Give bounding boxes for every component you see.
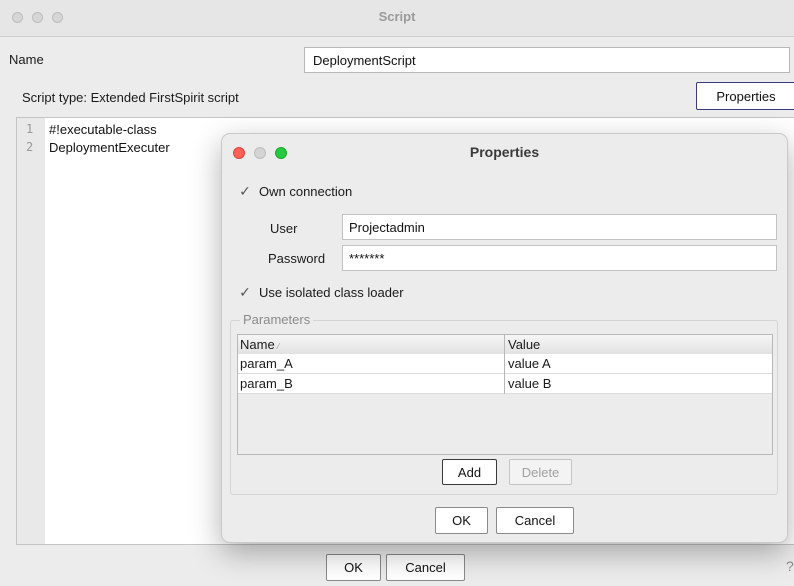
dialog-cancel-button[interactable]: Cancel [496,507,574,534]
check-icon: ✓ [239,182,251,199]
properties-dialog: Properties ✓ Own connection User Passwor… [221,133,788,543]
window-title: Script [378,9,416,24]
line-number-gutter [17,118,45,544]
table-row[interactable]: param_B value B [238,374,772,394]
add-button[interactable]: Add [442,459,497,485]
name-label: Name [9,52,44,67]
window-titlebar: Script [0,0,794,37]
sort-arrow-icon: ⁄ [277,342,280,351]
dialog-title: Properties [469,144,540,160]
parameters-group: Parameters Name ⁄ Value param_A value A p… [230,312,778,495]
param-name-cell: param_B [240,376,293,391]
own-connection-checkbox[interactable]: ✓ Own connection [237,183,352,199]
dialog-ok-button[interactable]: OK [435,507,488,534]
code-line[interactable]: #!executable-class [49,122,157,137]
table-header: Name ⁄ Value [238,335,772,355]
cancel-button[interactable]: Cancel [386,554,465,581]
param-name-cell: param_A [240,356,293,371]
delete-button[interactable]: Delete [509,459,572,485]
param-value-cell: value B [508,376,552,391]
parameters-table[interactable]: Name ⁄ Value param_A value A param_B valu… [237,334,773,455]
ok-button[interactable]: OK [326,554,381,581]
line-number: 1 [26,122,34,136]
check-icon: ✓ [239,283,251,300]
line-number: 2 [26,140,34,154]
script-type-label: Script type: Extended FirstSpirit script [22,90,239,105]
password-input[interactable] [342,245,777,271]
isolated-loader-checkbox[interactable]: ✓ Use isolated class loader [237,283,404,300]
user-input[interactable] [342,214,777,240]
isolated-loader-label: Use isolated class loader [259,284,404,300]
dialog-titlebar: Properties [222,134,787,172]
user-label: User [270,221,298,236]
parameters-legend: Parameters [240,312,314,327]
code-line[interactable]: DeploymentExecuter [49,140,170,155]
column-divider [504,335,505,394]
name-input[interactable] [304,47,790,73]
param-value-cell: value A [508,356,551,371]
properties-button[interactable]: Properties [696,82,794,110]
column-header-value[interactable]: Value [508,337,540,352]
table-row[interactable]: param_A value A [238,354,772,374]
password-label: Password [268,251,326,266]
own-connection-label: Own connection [259,183,353,199]
help-icon[interactable]: ? [786,558,794,574]
column-header-name[interactable]: Name ⁄ [240,337,279,352]
